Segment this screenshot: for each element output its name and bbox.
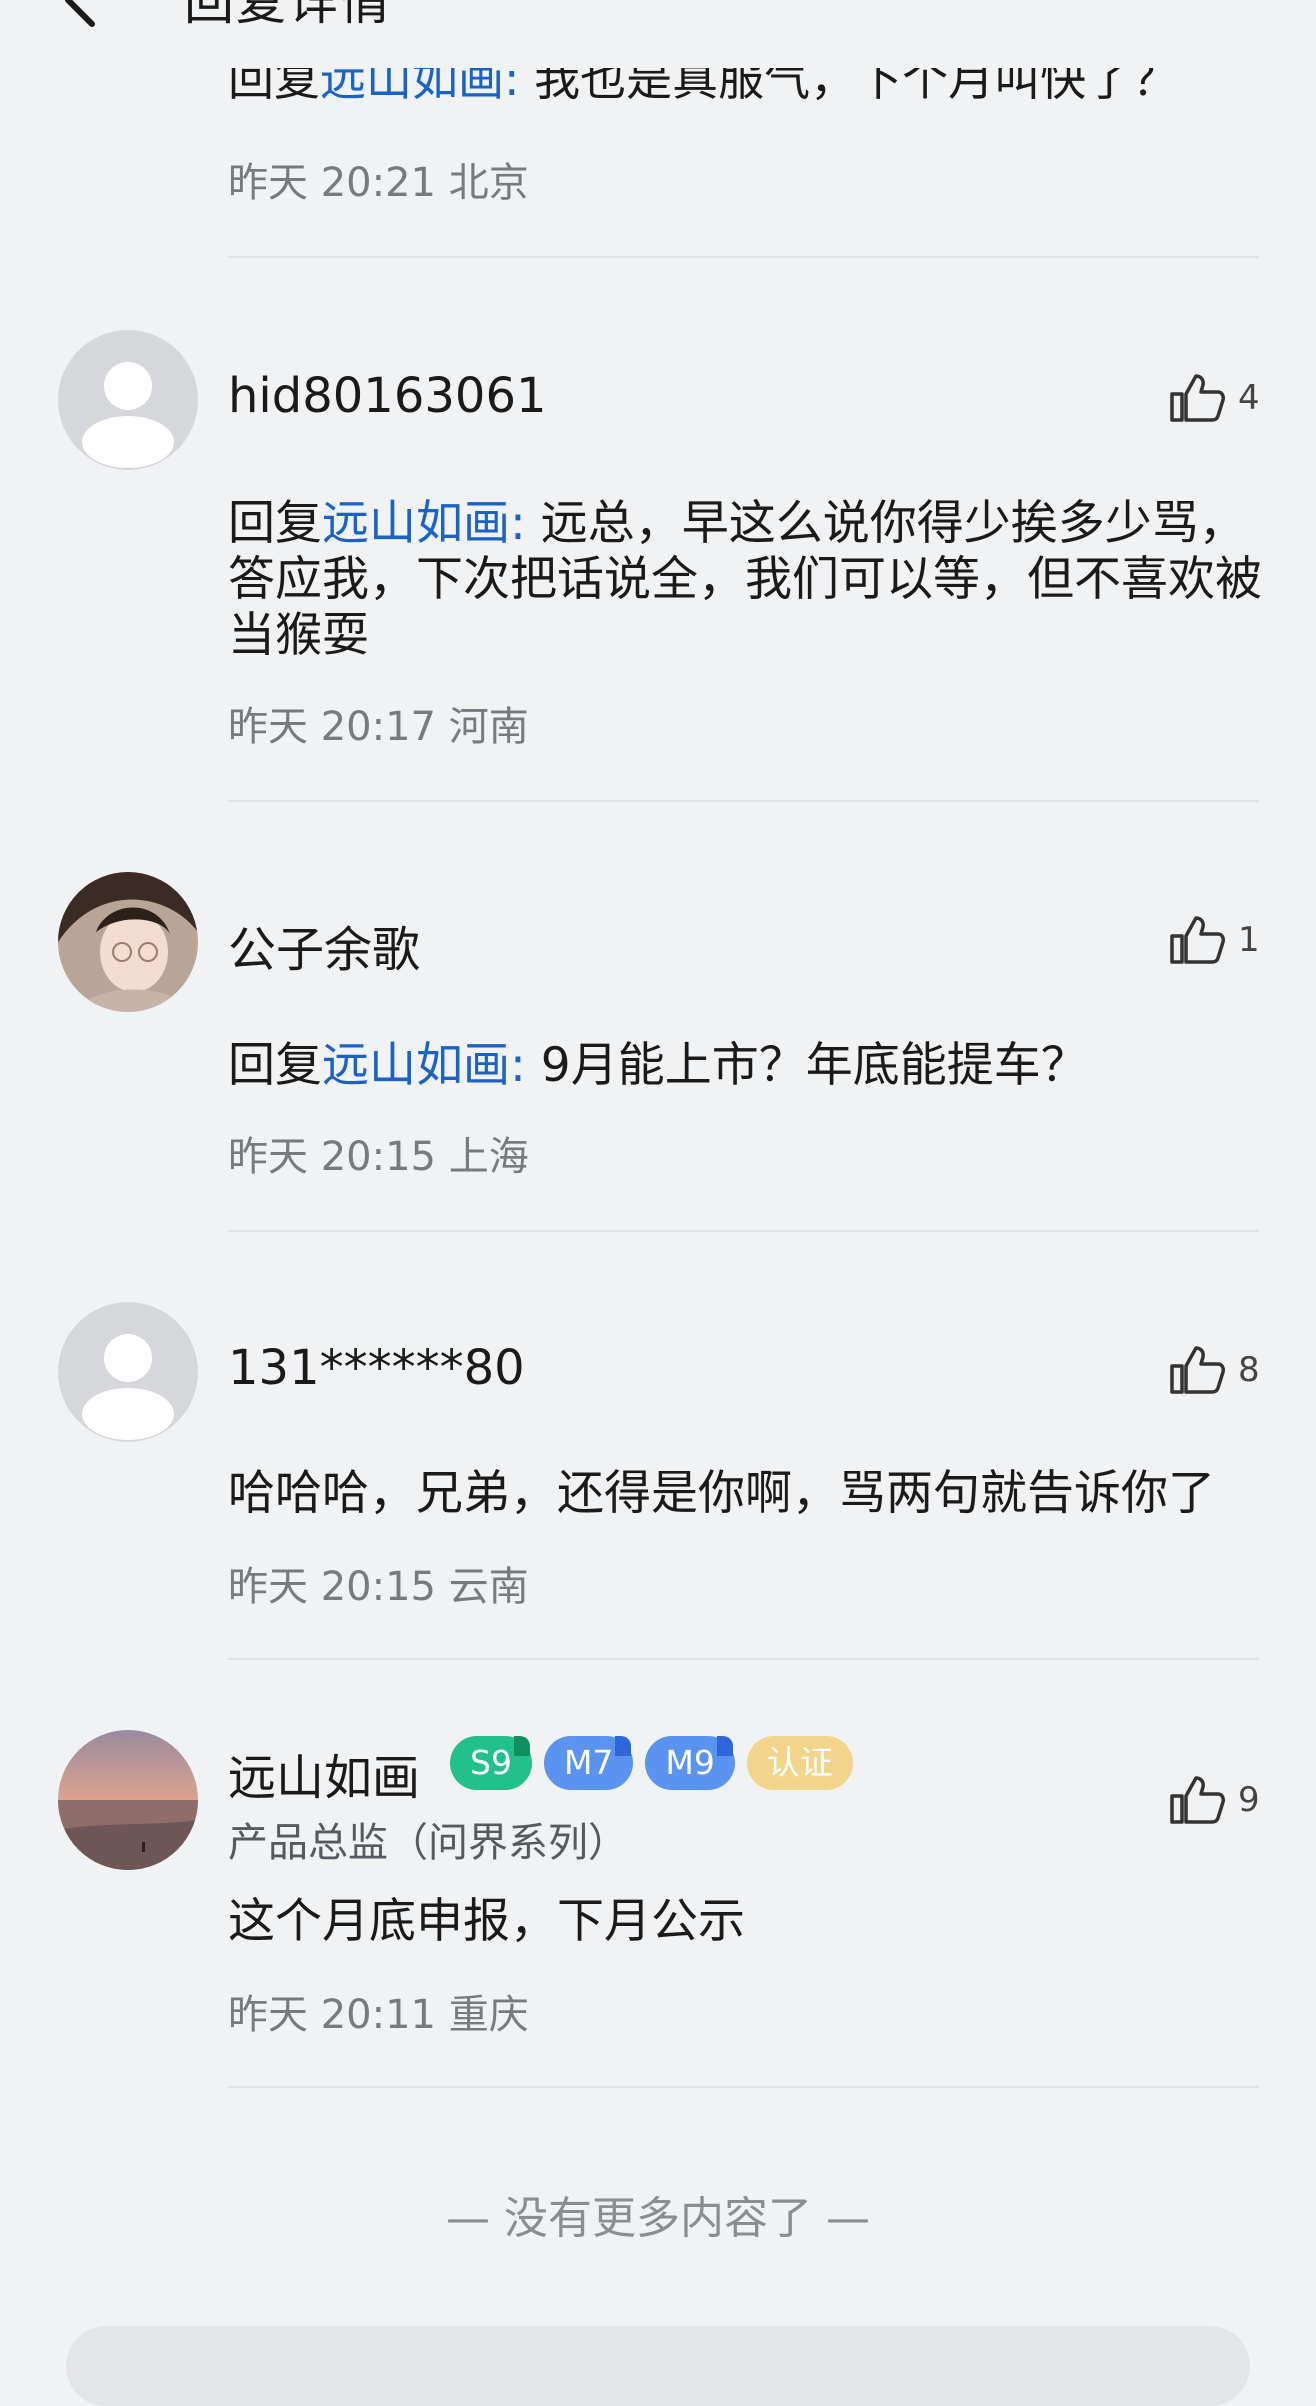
reply-prefix: 回复 <box>228 68 320 106</box>
comment-body: 哈哈哈，兄弟，还得是你啊，骂两句就告诉你了 <box>228 1466 1268 1522</box>
comment-meta: 昨天 20:11 重庆 <box>228 1982 529 2040</box>
avatar[interactable] <box>58 872 198 1012</box>
divider <box>228 256 1259 258</box>
username[interactable]: 远山如画 <box>228 1738 420 1808</box>
badge-s9[interactable]: S9 <box>450 1736 532 1790</box>
reply-input-bar[interactable] <box>66 2326 1250 2406</box>
like-button[interactable]: 8 <box>1168 1344 1260 1396</box>
like-button[interactable]: 9 <box>1168 1774 1260 1826</box>
comment-body: 回复远山如画: 远总，早这么说你得少挨多少骂，答应我，下次把话说全，我们可以等，… <box>228 496 1268 664</box>
username[interactable]: 131******80 <box>228 1340 525 1396</box>
comment-time: 昨天 20:17 <box>228 704 436 750</box>
comment-time: 昨天 20:15 <box>228 1564 436 1610</box>
photo-avatar-icon <box>58 872 198 1012</box>
mention-link[interactable]: 远山如画: <box>320 68 520 106</box>
page-title: 回复详情 <box>184 0 392 30</box>
like-count: 1 <box>1238 920 1260 960</box>
like-count: 9 <box>1238 1780 1260 1820</box>
header-bar: 回复详情 <box>0 0 1316 30</box>
divider <box>228 1230 1259 1232</box>
comment-time: 昨天 20:15 <box>228 1134 436 1180</box>
avatar[interactable] <box>58 1730 198 1870</box>
comment-meta: 昨天 20:17 河南 <box>228 694 529 752</box>
avatar[interactable] <box>58 1302 198 1442</box>
user-role: 产品总监（问界系列） <box>228 1820 628 1866</box>
divider <box>228 2086 1259 2088</box>
comment-time: 昨天 20:21 <box>228 160 436 206</box>
like-button[interactable]: 4 <box>1168 372 1260 424</box>
badge-certified[interactable]: 认证 <box>746 1736 853 1790</box>
username[interactable]: hid80163061 <box>228 368 547 424</box>
default-avatar-icon <box>58 330 198 470</box>
badge-group: S9 M7 M9 认证 <box>438 1736 853 1790</box>
like-button[interactable]: 1 <box>1168 914 1260 966</box>
comment-text: 这个月底申报，下月公示 <box>228 1894 745 1949</box>
like-count: 4 <box>1238 378 1260 418</box>
badge-m9[interactable]: M9 <box>645 1736 735 1790</box>
comment-meta: 昨天 20:21 北京 <box>228 150 529 208</box>
mention-link[interactable]: 远山如画: <box>322 496 526 551</box>
reply-prefix: 回复 <box>228 1038 322 1093</box>
comment-time: 昨天 20:11 <box>228 1992 436 2038</box>
end-of-list-text: — 没有更多内容了 — <box>446 2193 870 2244</box>
like-count: 8 <box>1238 1350 1260 1390</box>
divider <box>228 1658 1259 1660</box>
thumbs-up-icon <box>1170 1776 1225 1824</box>
partial-reply-text: 回复远山如画: 我也是真服气，下个月叫快了？ <box>228 68 1258 120</box>
comment-location: 上海 <box>448 1134 529 1180</box>
thumbs-up-icon <box>1170 1346 1225 1394</box>
comment-text: 哈哈哈，兄弟，还得是你啊，骂两句就告诉你了 <box>228 1466 1215 1521</box>
comment-location: 北京 <box>448 160 529 206</box>
reply-prefix: 回复 <box>228 496 322 551</box>
badge-m7[interactable]: M7 <box>543 1736 634 1790</box>
comment-body: 回复远山如画: 9月能上市？年底能提车？ <box>228 1038 1268 1094</box>
divider <box>228 800 1259 802</box>
comment-location: 河南 <box>448 704 529 750</box>
thumbs-up-icon <box>1170 374 1225 422</box>
comment-meta: 昨天 20:15 上海 <box>228 1124 529 1182</box>
comment-body: 这个月底申报，下月公示 <box>228 1894 1268 1950</box>
comment-location: 重庆 <box>448 1992 529 2038</box>
comment-meta: 昨天 20:15 云南 <box>228 1554 529 1612</box>
comment-text: 9月能上市？年底能提车？ <box>540 1038 1088 1093</box>
comment-location: 云南 <box>448 1564 529 1610</box>
thumbs-up-icon <box>1170 916 1225 964</box>
mention-link[interactable]: 远山如画: <box>322 1038 526 1093</box>
default-avatar-icon <box>58 1302 198 1442</box>
reply-text: 我也是真服气，下个月叫快了？ <box>534 68 1179 106</box>
photo-avatar-icon <box>58 1730 198 1870</box>
avatar[interactable] <box>58 330 198 470</box>
username[interactable]: 公子余歌 <box>228 910 420 980</box>
chevron-left-icon[interactable] <box>60 0 100 30</box>
